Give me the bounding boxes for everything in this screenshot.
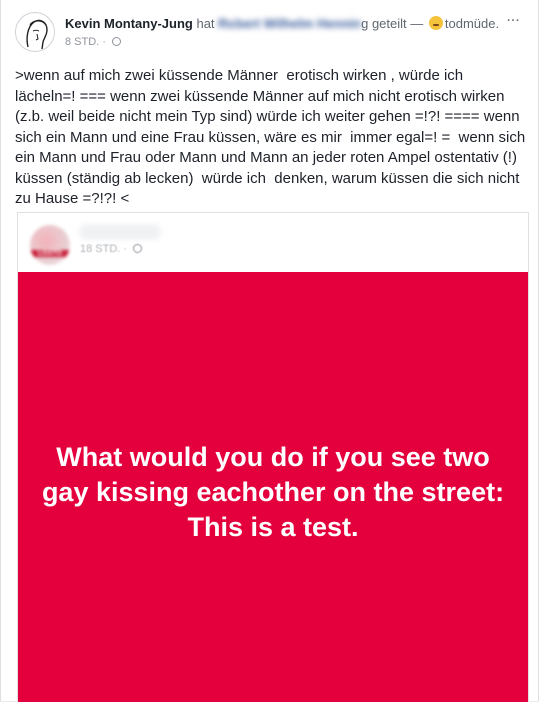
post-header: Kevin Montany-Jung hat Robert Wilhelm He… bbox=[15, 9, 525, 56]
shared-post-header: LGSTO 18 STD. · bbox=[18, 213, 528, 271]
meta-separator: · bbox=[102, 36, 106, 48]
shared-from-name-end: g bbox=[361, 16, 369, 31]
shared-page-name-redacted bbox=[80, 225, 160, 239]
sleepy-emoji-icon bbox=[428, 16, 443, 30]
shared-post-timestamp[interactable]: 18 STD. bbox=[80, 243, 120, 255]
author-name[interactable]: Kevin Montany-Jung bbox=[65, 16, 193, 31]
shared-meta-separator: · bbox=[123, 243, 128, 255]
globe-icon bbox=[112, 37, 122, 46]
shared-from-name[interactable]: Ro bbox=[218, 16, 235, 31]
post-meta: 8 STD. · bbox=[65, 36, 122, 48]
shared-page-avatar[interactable]: LGSTO bbox=[30, 225, 70, 265]
feeling-text: todmüde. bbox=[444, 16, 500, 31]
shared-post-meta: 18 STD. · bbox=[80, 243, 143, 255]
action-prefix: hat bbox=[196, 16, 215, 31]
post-body: >wenn auf mich zwei küssende Männer erot… bbox=[15, 67, 530, 207]
post-attribution: Kevin Montany-Jung hat Robert Wilhelm He… bbox=[65, 16, 499, 31]
author-avatar[interactable] bbox=[15, 12, 55, 52]
more-options-icon[interactable]: ... bbox=[501, 9, 525, 28]
shared-globe-icon bbox=[133, 244, 143, 253]
post-card: Kevin Montany-Jung hat Robert Wilhelm He… bbox=[0, 0, 539, 702]
sketch-portrait-icon bbox=[26, 19, 48, 50]
post-timestamp[interactable]: 8 STD. bbox=[65, 36, 99, 48]
shared-from-name-hidden: bert Wilhelm Hennin bbox=[235, 16, 362, 31]
action-suffix: geteilt — bbox=[371, 16, 424, 31]
shared-avatar-label: LGSTO bbox=[30, 250, 70, 257]
shared-image-panel[interactable]: What would you do if you see two gay kis… bbox=[18, 272, 528, 702]
shared-post-card[interactable]: LGSTO 18 STD. · What would you do if you… bbox=[17, 212, 529, 702]
shared-image-text: What would you do if you see two gay kis… bbox=[41, 441, 505, 542]
